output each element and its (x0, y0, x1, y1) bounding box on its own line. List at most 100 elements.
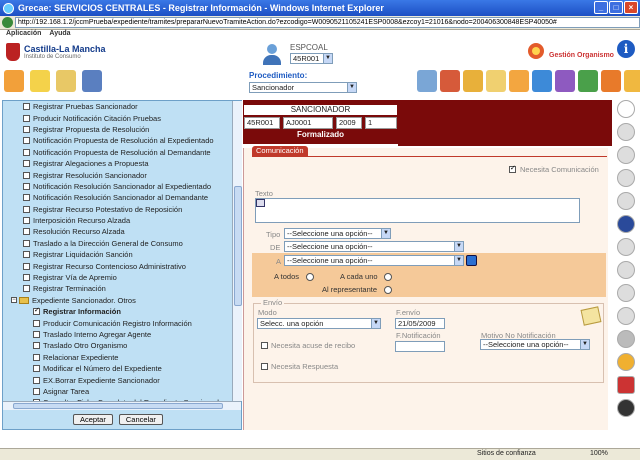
tree-item[interactable]: Registrar Propuesta de Resolución (3, 124, 231, 135)
stamp-icon[interactable] (486, 70, 506, 92)
tree-item[interactable]: Registrar Información (3, 306, 231, 317)
tree-item[interactable]: Relacionar Expediente (3, 352, 231, 363)
books-icon[interactable] (417, 70, 437, 92)
tree-item-checkbox[interactable] (23, 274, 30, 282)
tree-item-checkbox[interactable] (33, 306, 40, 316)
horizontal-scrollbar[interactable] (3, 401, 241, 410)
scroll-thumb[interactable] (13, 403, 223, 409)
tree-item-checkbox[interactable] (23, 262, 30, 270)
minimize-button[interactable]: _ (594, 1, 608, 14)
a-cada-uno-radio[interactable] (384, 273, 392, 281)
tree-item[interactable]: Traslado Otro Organismo (3, 340, 231, 351)
gear-icon[interactable] (617, 353, 635, 371)
tree-item[interactable]: Registrar Vía de Apremio (3, 272, 231, 283)
gestion-organismo-link[interactable]: Gestión Organismo (549, 52, 614, 59)
tree-item-checkbox[interactable] (23, 125, 30, 133)
search-icon[interactable] (466, 255, 477, 266)
documents-icon[interactable] (463, 70, 483, 92)
save-icon[interactable] (617, 215, 635, 233)
procedimiento-select[interactable]: Sancionador ▼ (249, 82, 357, 93)
document-icon[interactable] (617, 169, 635, 187)
cancel-button[interactable]: Cancelar (118, 414, 163, 425)
url-input[interactable]: http://192.168.1.2/jccmPrueba/expediente… (15, 17, 640, 28)
tree-item[interactable]: Producir Comunicación Registro Informaci… (3, 317, 231, 328)
folder-icon[interactable] (56, 70, 76, 92)
tree-item[interactable]: Traslado a la Dirección General de Consu… (3, 238, 231, 249)
printer-icon[interactable] (617, 330, 635, 348)
de-select[interactable]: --Seleccione una opción-- ▼ (284, 241, 464, 252)
tree-item[interactable]: Modificar el Número del Expediente (3, 363, 231, 374)
tab-comunicacion[interactable]: Comunicación (252, 146, 308, 156)
tree-item[interactable]: Registrar Liquidación Sanción (3, 249, 231, 260)
binder-icon[interactable] (440, 70, 460, 92)
tree-item[interactable]: Registrar Recurso Contencioso Administra… (3, 260, 231, 271)
palette-icon[interactable] (555, 70, 575, 92)
close-button[interactable]: × (624, 1, 638, 14)
tipo-select[interactable]: --Seleccione una opción-- ▼ (284, 228, 391, 239)
pages-icon[interactable] (617, 284, 635, 302)
tree-item-checkbox[interactable] (33, 331, 40, 338)
tools-icon[interactable] (578, 70, 598, 92)
tree-item[interactable]: Notificación Propuesta de Resolución al … (3, 147, 231, 158)
zoom-level[interactable]: 100% (590, 450, 608, 457)
tree-folder[interactable]: − Expediente Sancionador. Otros (3, 295, 231, 306)
tree-item-checkbox[interactable] (33, 387, 40, 395)
pages-icon[interactable] (617, 307, 635, 325)
vertical-scrollbar[interactable] (232, 101, 242, 401)
user-select[interactable]: 45R001 ▼ (290, 53, 333, 64)
tree-item-checkbox[interactable] (23, 171, 30, 179)
gears-icon[interactable] (601, 70, 621, 92)
diamond-icon[interactable] (509, 70, 529, 92)
gestion-organismo-icon[interactable] (527, 42, 545, 60)
tree-item[interactable]: EX.Borrar Expediente Sancionador (3, 374, 231, 385)
tree-item-checkbox[interactable] (23, 285, 30, 293)
tree-item-checkbox[interactable] (23, 217, 30, 225)
collapse-icon[interactable]: − (11, 297, 17, 304)
tree-item[interactable]: Notificación Propuesta de Resolución al … (3, 135, 231, 146)
scroll-thumb[interactable] (234, 186, 242, 306)
tree-item-checkbox[interactable] (23, 228, 30, 236)
texto-textarea[interactable] (255, 198, 580, 223)
tree-item-checkbox[interactable] (23, 251, 30, 259)
tree-item[interactable]: Traslado Interno Agregar Agente (3, 329, 231, 340)
accept-button[interactable]: Aceptar (73, 414, 113, 425)
editor-icon[interactable] (256, 199, 265, 207)
a-todos-radio[interactable] (306, 273, 314, 281)
a-select[interactable]: --Seleccione una opción-- ▼ (284, 255, 464, 266)
document-icon[interactable] (617, 192, 635, 210)
back-icon[interactable] (2, 17, 13, 28)
tree-item[interactable]: Asignar Tarea (3, 386, 231, 397)
tree-item-checkbox[interactable] (33, 342, 40, 350)
tree-item-checkbox[interactable] (23, 205, 30, 213)
tree-item[interactable]: Producir Notificación Citación Pruebas (3, 112, 231, 123)
tree-item-checkbox[interactable] (23, 239, 30, 247)
tree-item[interactable]: Interposición Recurso Alzada (3, 215, 231, 226)
necesita-respuesta-checkbox[interactable] (261, 363, 268, 370)
tree-item-checkbox[interactable] (33, 353, 40, 361)
necesita-comunicacion-checkbox[interactable] (509, 164, 516, 173)
magnifier-icon[interactable] (617, 100, 635, 118)
tree-item-checkbox[interactable] (33, 319, 40, 327)
tree-item-checkbox[interactable] (23, 194, 30, 202)
document-icon[interactable] (617, 146, 635, 164)
menu-aplicacion[interactable]: Aplicación (6, 30, 41, 40)
tree-item[interactable]: Notificación Resolución Sancionador al E… (3, 181, 231, 192)
diamond-tool-icon[interactable] (4, 70, 24, 92)
menu-ayuda[interactable]: Ayuda (49, 30, 70, 40)
globe-icon[interactable] (532, 70, 552, 92)
tree-item-checkbox[interactable] (23, 160, 30, 168)
tree-item[interactable]: Registrar Pruebas Sancionador (3, 101, 231, 112)
folder-star-icon[interactable] (30, 70, 50, 92)
tree-item[interactable]: Registrar Resolución Sancionador (3, 169, 231, 180)
tree-item[interactable]: Registrar Terminación (3, 283, 231, 294)
tree-item-checkbox[interactable] (23, 103, 30, 111)
tree-item-checkbox[interactable] (23, 148, 30, 156)
tree-item[interactable]: Registrar Recurso Potestativo de Reposic… (3, 204, 231, 215)
fnotificacion-input[interactable] (395, 341, 445, 352)
fenvio-input[interactable]: 21/05/2009 (395, 318, 445, 329)
tree-item-checkbox[interactable] (23, 137, 30, 145)
pages-icon[interactable] (617, 238, 635, 256)
motivo-select[interactable]: --Seleccione una opción-- ▼ (480, 339, 590, 350)
pages-icon[interactable] (617, 261, 635, 279)
maximize-button[interactable]: □ (609, 1, 623, 14)
